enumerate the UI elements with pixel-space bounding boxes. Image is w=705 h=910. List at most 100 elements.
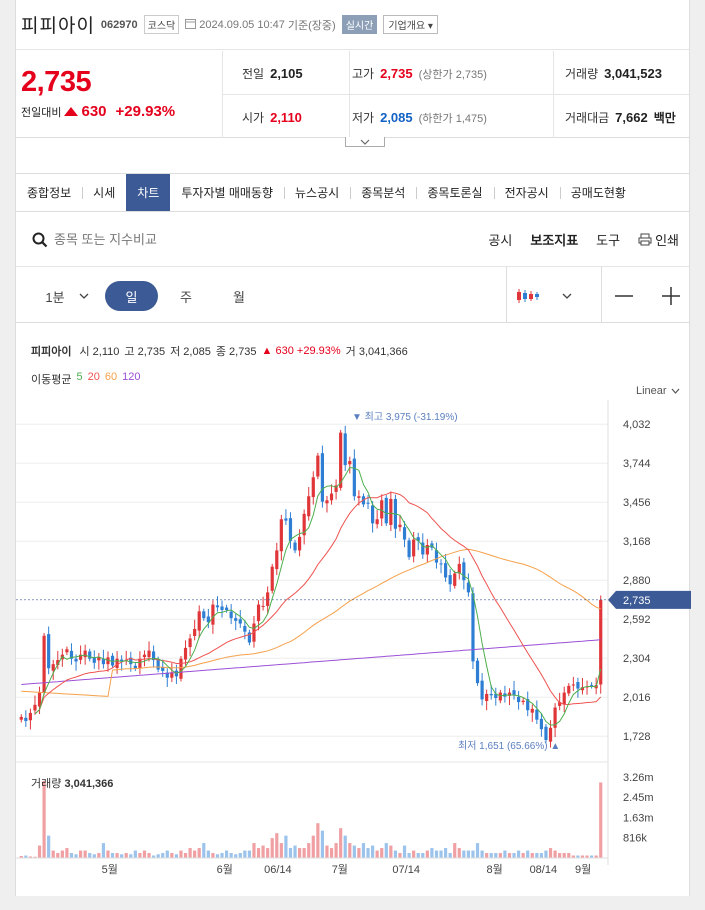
candle-body bbox=[544, 726, 548, 740]
ma60-label: 60 bbox=[104, 371, 118, 383]
volume-bar bbox=[247, 850, 252, 858]
volume-bar bbox=[457, 848, 461, 858]
ma5-line bbox=[34, 466, 602, 726]
scale-select[interactable]: Linear bbox=[636, 385, 680, 397]
change-amount: 630 bbox=[81, 103, 107, 120]
tab-0[interactable]: 종합정보 bbox=[16, 174, 82, 211]
volume-bar bbox=[234, 854, 238, 858]
tab-3[interactable]: 투자자별 매매동향 bbox=[170, 174, 284, 211]
candle-body bbox=[489, 693, 493, 696]
volume-bar bbox=[124, 853, 128, 858]
volume-bar bbox=[562, 853, 566, 858]
moving-average-legend: 이동평균 5 20 60 120 bbox=[31, 371, 140, 387]
volume-bar bbox=[466, 850, 471, 858]
volume-bar bbox=[425, 850, 429, 858]
candle-body bbox=[156, 659, 160, 670]
price-chart[interactable]: 4,032 3,744 3,456 3,168 2,880 2,592 2,304 2,016… bbox=[16, 400, 691, 885]
volume-bar bbox=[188, 848, 192, 858]
candle-body bbox=[480, 680, 484, 700]
disclosure-button[interactable]: 공시 bbox=[488, 230, 512, 249]
stock-panel: 피피아이 062970 코스닥 2024.09.05 10:47 기준(장중) … bbox=[15, 0, 691, 896]
candle-body bbox=[562, 692, 566, 705]
chart-type-chevron-down-icon[interactable] bbox=[559, 281, 575, 311]
volume-bar bbox=[558, 853, 562, 858]
volume-bar bbox=[320, 830, 325, 858]
price-box: 2,735 전일대비 630 +29.93% bbox=[16, 51, 223, 138]
volume-bar bbox=[398, 853, 402, 858]
minus-icon bbox=[615, 295, 633, 297]
x-tick-label: 9월 bbox=[575, 863, 591, 876]
volume-bar bbox=[261, 845, 265, 858]
volume-bar bbox=[224, 850, 229, 858]
candle-body bbox=[279, 519, 283, 552]
print-button[interactable]: 인쇄 bbox=[638, 230, 679, 249]
quote-summary: 2,735 전일대비 630 +29.93% 전일 2,105 고가 2,735 (상… bbox=[16, 51, 691, 138]
volume-bar bbox=[334, 843, 338, 858]
candle-body bbox=[179, 658, 183, 679]
candle-body bbox=[443, 563, 448, 578]
realtime-badge[interactable]: 실시간 bbox=[341, 15, 378, 34]
tab-1[interactable]: 시세 bbox=[82, 174, 126, 211]
volume-tick-label: 3.26m bbox=[623, 772, 654, 784]
period-day[interactable]: 일 bbox=[105, 281, 158, 311]
candle-body bbox=[539, 718, 544, 730]
volume-bar bbox=[311, 835, 315, 858]
corp-info-button[interactable]: 기업개요 ▾ bbox=[383, 15, 438, 34]
compare-search-input[interactable] bbox=[54, 228, 304, 250]
volume-bar bbox=[220, 853, 224, 858]
candle-body bbox=[33, 704, 37, 711]
tab-8[interactable]: 공매도현황 bbox=[559, 174, 637, 211]
volume-bar bbox=[384, 843, 388, 858]
tools-button[interactable]: 도구 bbox=[596, 230, 620, 249]
calendar-icon bbox=[185, 18, 197, 32]
candle-body bbox=[293, 542, 297, 551]
volume-bar bbox=[475, 843, 480, 858]
volume-bar bbox=[516, 850, 521, 858]
tab-4[interactable]: 뉴스공시 bbox=[284, 174, 350, 211]
volume-bar bbox=[325, 845, 329, 858]
candle-body bbox=[307, 496, 311, 517]
volume-bar bbox=[129, 854, 133, 858]
quote-datetime: 2024.09.05 10:47 bbox=[199, 18, 285, 31]
candle-body bbox=[211, 604, 215, 625]
candle-body bbox=[384, 497, 388, 524]
candle-body bbox=[142, 654, 147, 658]
candle-body bbox=[498, 692, 502, 701]
candle-body bbox=[530, 708, 534, 713]
volume-bar bbox=[389, 845, 393, 858]
candle-body bbox=[261, 605, 265, 607]
ma-label: 이동평균 bbox=[31, 374, 72, 386]
current-price-tag-text: 2,735 bbox=[623, 595, 651, 607]
tab-6[interactable]: 종목토론실 bbox=[416, 174, 493, 211]
tab-5[interactable]: 종목분석 bbox=[350, 174, 416, 211]
stock-name: 피피아이 bbox=[21, 16, 95, 37]
chart-type-candle-icon[interactable] bbox=[513, 281, 543, 311]
expand-toggle[interactable] bbox=[345, 137, 385, 147]
tab-7[interactable]: 전자공시 bbox=[493, 174, 560, 211]
volume-bar bbox=[352, 845, 356, 858]
change-label: 전일대비 bbox=[21, 106, 62, 119]
current-price: 2,735 bbox=[21, 66, 92, 98]
candle-body bbox=[47, 634, 51, 669]
volume-bar bbox=[512, 853, 516, 858]
period-week[interactable]: 주 bbox=[171, 281, 201, 311]
period-month[interactable]: 월 bbox=[224, 281, 254, 311]
zoom-in-button[interactable] bbox=[661, 281, 681, 311]
volume-bar bbox=[88, 853, 92, 858]
indicator-button[interactable]: 보조지표 bbox=[530, 230, 578, 249]
volume-bar bbox=[60, 850, 64, 858]
volume-bar bbox=[120, 854, 124, 858]
zoom-out-button[interactable] bbox=[614, 281, 634, 311]
volume-bar bbox=[69, 853, 74, 858]
legend-stock-name: 피피아이 bbox=[31, 346, 72, 358]
volume-bar bbox=[494, 853, 498, 858]
tab-2[interactable]: 차트 bbox=[126, 174, 171, 211]
volume-bar bbox=[183, 853, 188, 858]
minute-interval-select[interactable]: 1분 bbox=[42, 281, 92, 311]
volume-bar bbox=[599, 782, 603, 858]
volume-bar bbox=[416, 853, 420, 858]
volume-bar bbox=[421, 853, 425, 858]
candle-body bbox=[297, 536, 302, 551]
volume-bar bbox=[407, 853, 411, 858]
search-bar: 공시 보조지표 도구 인쇄 bbox=[16, 212, 689, 267]
